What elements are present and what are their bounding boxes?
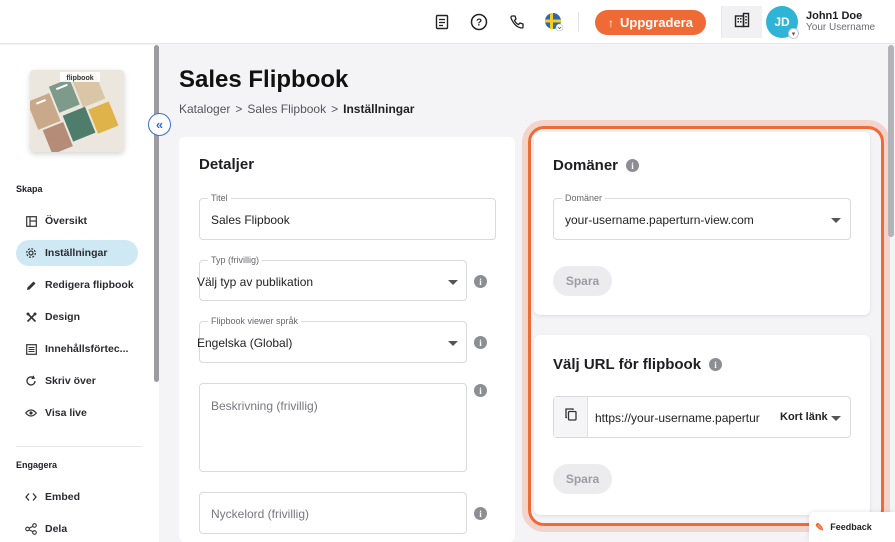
keywords-field[interactable]: Nyckelord (frivillig)	[199, 492, 467, 534]
sidebar-scrollbar[interactable]	[154, 45, 159, 382]
divider	[578, 12, 579, 32]
sidebar-item-visa-live[interactable]: Visa live	[16, 400, 138, 426]
title-field[interactable]: Titel Sales Flipbook	[199, 193, 496, 240]
sidebar-item-label: Embed	[45, 491, 81, 503]
title-field-label: Titel	[208, 193, 231, 203]
flipbook-thumbnail[interactable]: flipbook	[30, 70, 124, 152]
info-icon[interactable]: i	[474, 275, 487, 288]
svg-text:?: ?	[476, 18, 482, 29]
layout-icon	[25, 215, 37, 227]
sidebar-item-label: Innehållsförtec...	[45, 343, 129, 355]
viewer-language-label: Flipbook viewer språk	[208, 316, 302, 326]
details-title: Detaljer	[199, 156, 255, 173]
user-name[interactable]: John1 Doe	[806, 10, 862, 22]
sidebar-section-create: Skapa	[16, 184, 43, 194]
page-title: Sales Flipbook	[179, 66, 349, 93]
thumbnail-title: flipbook	[66, 75, 93, 82]
info-icon[interactable]: i	[474, 507, 487, 520]
tools-icon	[25, 311, 37, 323]
pencil-icon	[25, 279, 37, 291]
sidebar-item-label: Design	[45, 311, 81, 323]
info-icon[interactable]: i	[474, 336, 487, 349]
sidebar-item-installningar[interactable]: Inställningar	[16, 240, 138, 266]
sidebar-item-label: Visa live	[45, 407, 87, 419]
sidebar-item-label: Inställningar	[45, 247, 108, 259]
chevron-down-icon	[448, 341, 458, 346]
sidebar-divider	[16, 446, 142, 447]
code-icon	[25, 491, 37, 503]
viewer-language-select[interactable]: Flipbook viewer språk Engelska (Global)	[197, 316, 467, 363]
type-select[interactable]: Typ (frivillig) Välj typ av publikation	[197, 255, 467, 301]
phone-icon[interactable]	[507, 12, 527, 32]
sidebar-item-oversikt[interactable]: Översikt	[16, 208, 138, 234]
help-icon[interactable]: ?	[469, 12, 489, 32]
breadcrumb-separator: >	[235, 102, 243, 116]
feedback-icon: ✎	[815, 521, 825, 534]
description-textarea[interactable]: Beskrivning (frivillig)	[199, 383, 467, 472]
chevron-down-icon	[448, 280, 458, 285]
sidebar-section-engage: Engagera	[16, 460, 58, 470]
top-bar: ? ↑ Uppgradera JD ▾ John1 Doe Your Usern…	[0, 0, 895, 44]
keywords-placeholder: Nyckelord (frivillig)	[211, 507, 310, 521]
user-username: Your Username	[806, 22, 876, 33]
sidebar-item-redigera-flipbook[interactable]: Redigera flipbook	[16, 272, 138, 298]
main-scrollbar[interactable]	[888, 45, 894, 237]
organization-button[interactable]	[722, 6, 762, 38]
breadcrumb: Kataloger > Sales Flipbook > Inställning…	[179, 102, 414, 116]
viewer-language-value: Engelska (Global)	[197, 336, 293, 350]
sidebar-item-label: Dela	[45, 523, 68, 535]
document-icon[interactable]	[432, 12, 452, 32]
sidebar-item-label: Redigera flipbook	[45, 279, 134, 291]
type-select-value: Välj typ av publikation	[197, 275, 314, 289]
arrow-up-icon: ↑	[608, 15, 615, 30]
refresh-icon	[25, 375, 37, 387]
chevron-down-icon[interactable]: ▾	[788, 28, 799, 39]
sidebar-item-embed[interactable]: Embed	[16, 484, 138, 510]
collapse-sidebar-button[interactable]: «	[148, 113, 171, 136]
upgrade-button[interactable]: ↑ Uppgradera	[595, 10, 706, 35]
title-field-value: Sales Flipbook	[211, 213, 290, 227]
upgrade-label: Uppgradera	[620, 15, 693, 30]
feedback-button[interactable]: ✎ Feedback	[809, 512, 895, 542]
type-select-label: Typ (frivillig)	[208, 255, 263, 265]
double-chevron-left-icon: «	[155, 117, 164, 132]
feedback-label: Feedback	[830, 522, 872, 532]
sidebar-item-skriv-over[interactable]: Skriv över	[16, 368, 138, 394]
breadcrumb-separator: >	[331, 102, 339, 116]
building-icon	[734, 12, 750, 33]
breadcrumb-kataloger[interactable]: Kataloger	[179, 102, 230, 116]
highlight-outline	[528, 126, 884, 526]
sidebar-item-label: Översikt	[45, 215, 88, 227]
sidebar-item-design[interactable]: Design	[16, 304, 138, 330]
sidebar-item-dela[interactable]: Dela	[16, 516, 138, 542]
eye-icon	[25, 407, 37, 419]
breadcrumb-current: Inställningar	[343, 102, 415, 116]
sidebar-item-innehallsforteckning[interactable]: Innehållsförtec...	[16, 336, 138, 362]
description-placeholder: Beskrivning (frivillig)	[211, 399, 318, 413]
sidebar-item-label: Skriv över	[45, 375, 96, 387]
swedish-flag-icon[interactable]	[544, 12, 564, 32]
breadcrumb-sales-flipbook[interactable]: Sales Flipbook	[247, 102, 326, 116]
info-icon[interactable]: i	[474, 384, 487, 397]
share-icon	[25, 523, 37, 535]
gear-icon	[25, 247, 37, 259]
toc-icon	[25, 343, 37, 355]
